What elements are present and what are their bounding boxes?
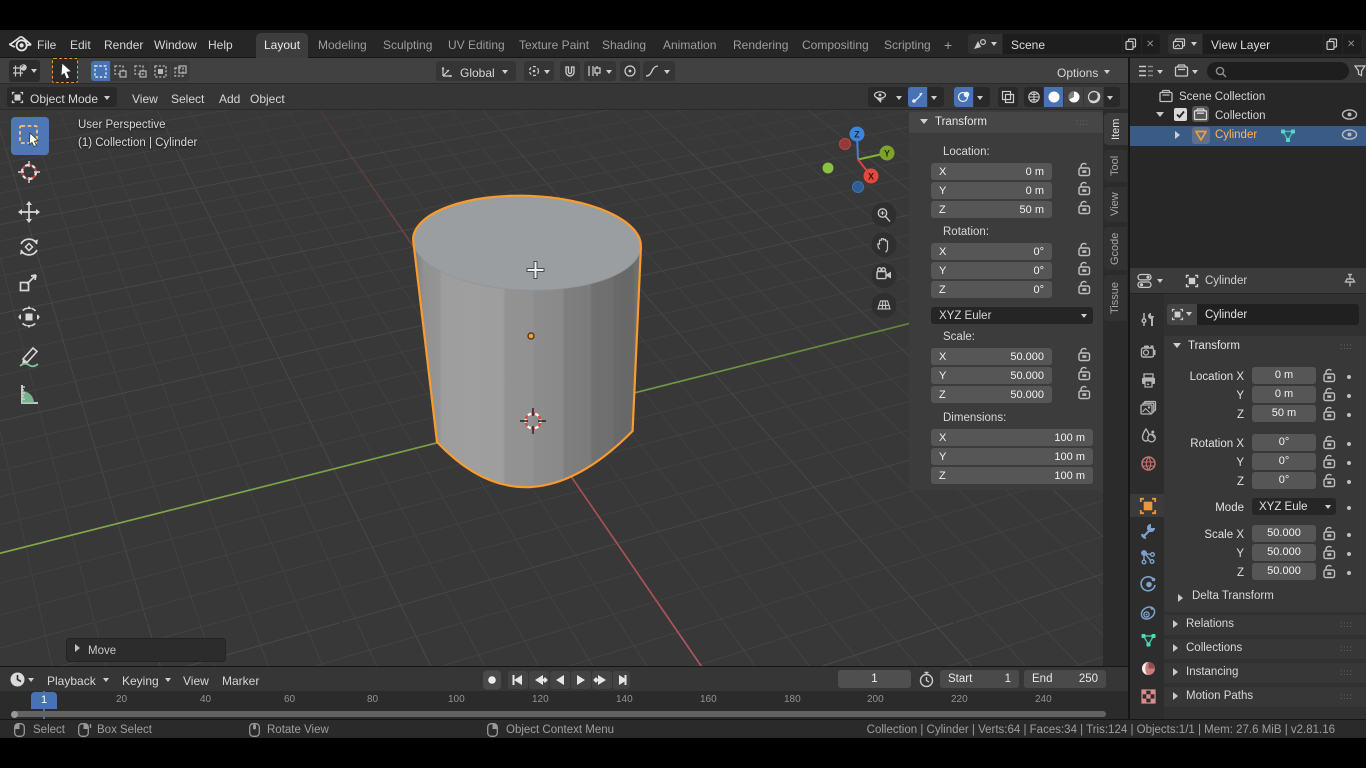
svg-text:Y: Y: [884, 149, 890, 159]
svg-text:X: X: [868, 172, 874, 182]
svg-text:Z: Z: [854, 130, 860, 140]
